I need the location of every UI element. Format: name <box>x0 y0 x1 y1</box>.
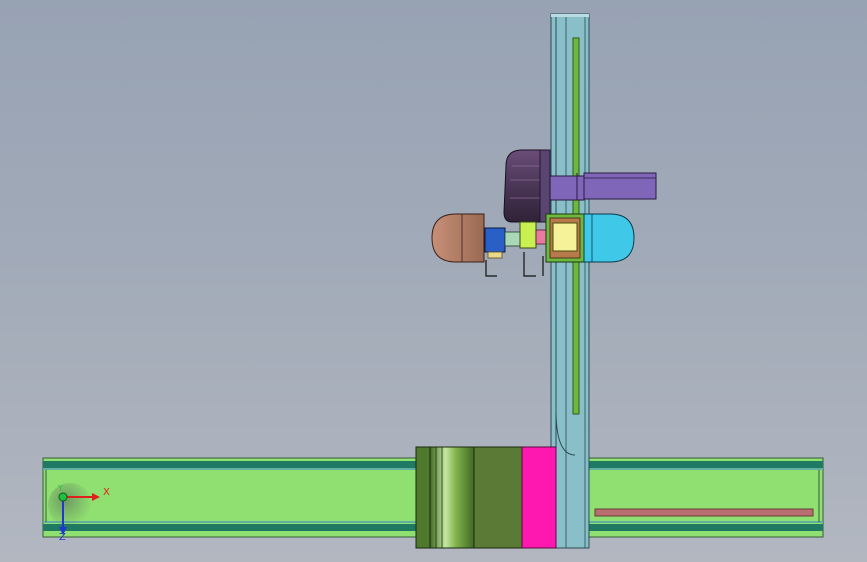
z-axis-label: Z <box>59 532 66 543</box>
base-carriage[interactable] <box>415 446 557 549</box>
model-canvas[interactable] <box>0 0 867 562</box>
blue-box <box>484 227 506 253</box>
base-rack-bar <box>594 508 814 517</box>
brown-dome <box>431 213 485 263</box>
y-axis-label: Y <box>58 484 63 493</box>
purple-arm[interactable] <box>549 172 657 201</box>
cyan-cap <box>583 213 635 263</box>
magenta-block <box>521 446 557 549</box>
motor-housing[interactable] <box>503 149 551 223</box>
x-axis-label: X <box>103 487 110 498</box>
vertical-column[interactable] <box>550 13 590 549</box>
cad-viewport[interactable]: X Y Z <box>0 0 867 562</box>
gripper-assembly[interactable] <box>431 213 635 277</box>
yellow-block <box>552 222 578 252</box>
